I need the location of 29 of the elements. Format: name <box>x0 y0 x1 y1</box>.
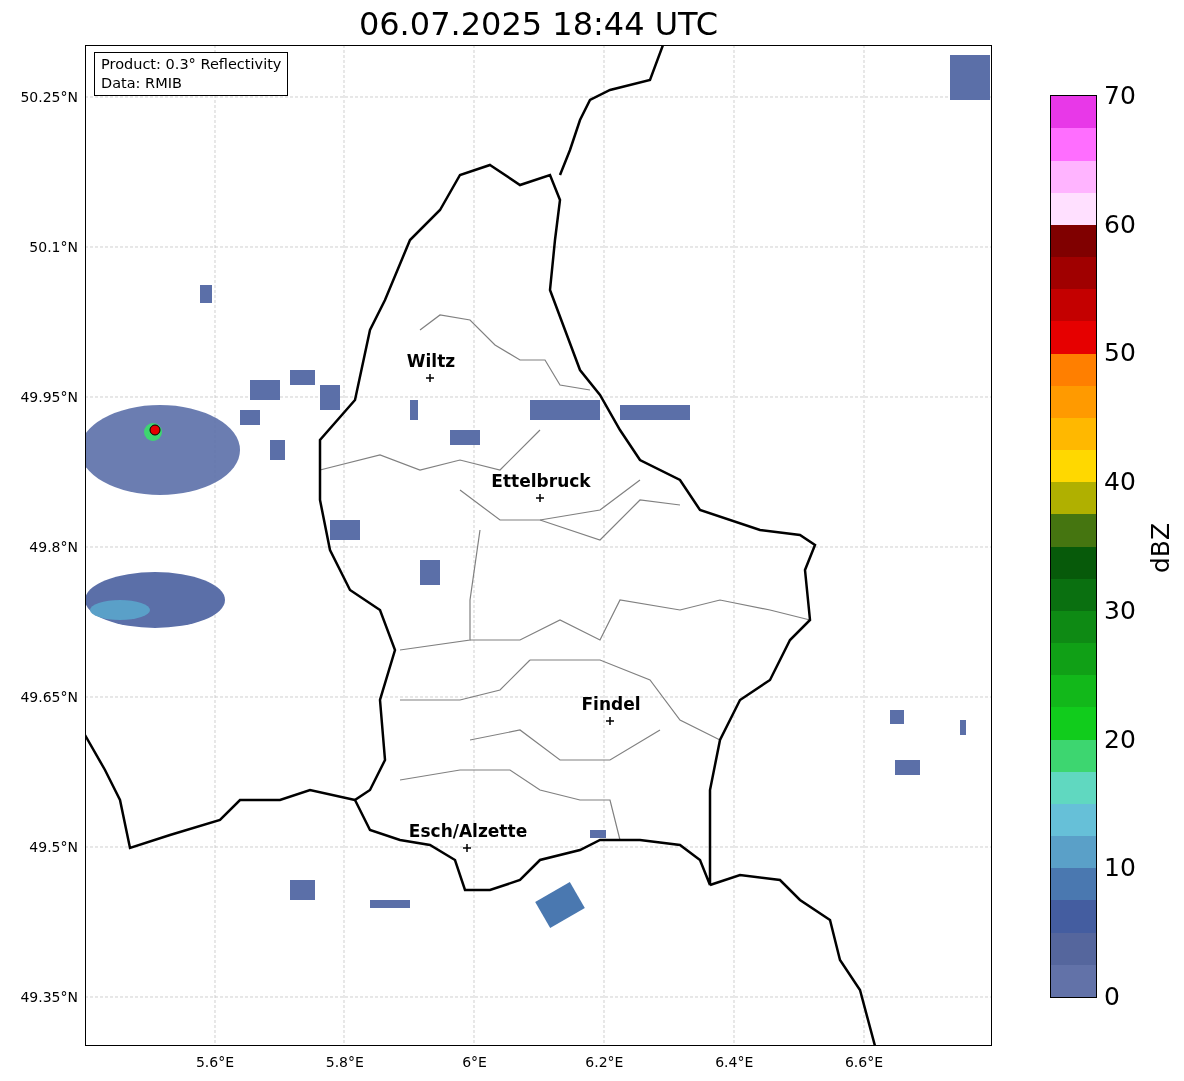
chart-title: 06.07.2025 18:44 UTC <box>357 4 720 44</box>
colorbar-tick-label: 30 <box>1104 595 1136 625</box>
colorbar-label: dBZ <box>1145 522 1175 574</box>
city-label: Ettelbruck <box>491 471 591 491</box>
latitude-label: 50.1°N <box>29 239 78 255</box>
latitude-label: 49.5°N <box>29 839 78 855</box>
latitude-label: 49.65°N <box>20 689 78 705</box>
colorbar-tick-label: 60 <box>1104 209 1136 239</box>
colorbar-tick-label: 20 <box>1104 724 1136 754</box>
latitude-label: 50.25°N <box>20 89 78 105</box>
colorbar-tick-label: 70 <box>1104 80 1136 110</box>
city-label: Wiltz <box>406 351 456 371</box>
longitude-label: 6°E <box>462 1054 487 1070</box>
longitude-label: 5.6°E <box>195 1054 235 1070</box>
colorbar-tick-label: 40 <box>1104 466 1136 496</box>
latitude-label: 49.8°N <box>29 539 78 555</box>
longitude-label: 6.2°E <box>585 1054 624 1070</box>
longitude-label: 5.8°E <box>325 1054 364 1070</box>
latitude-label: 49.95°N <box>20 389 78 405</box>
info-text: Data: RMIB <box>101 74 183 93</box>
colorbar-tick-label: 50 <box>1104 337 1136 367</box>
city-label: Findel <box>581 694 641 714</box>
longitude-label: 6.4°E <box>715 1054 754 1070</box>
info-text: Product: 0.3° Reflectivity <box>101 55 282 74</box>
latitude-label: 49.35°N <box>20 989 78 1005</box>
colorbar-tick-label: 0 <box>1104 981 1120 1011</box>
longitude-label: 6.6°E <box>844 1054 884 1070</box>
city-label: Esch/Alzette <box>408 821 528 841</box>
colorbar-tick-label: 10 <box>1104 852 1136 882</box>
